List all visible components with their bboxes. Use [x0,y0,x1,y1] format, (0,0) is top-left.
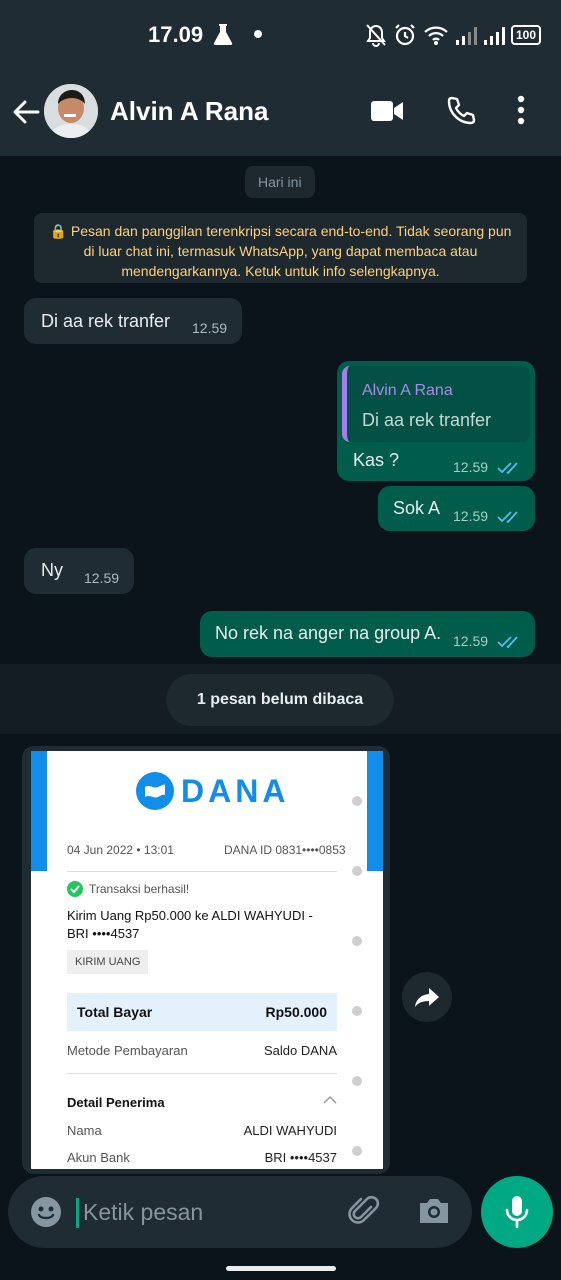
signal-icon-1 [455,27,477,45]
name-value: ALDI WAHYUDI [243,1123,337,1138]
emoji-icon[interactable] [30,1196,62,1228]
contact-name[interactable]: Alvin A Rana [110,96,268,127]
status-text: Transaksi berhasil! [89,882,190,896]
chevron-up-icon [323,1095,337,1104]
message-time: 12.59 [453,633,489,649]
camera-icon[interactable] [416,1194,452,1228]
divider [67,1073,337,1074]
message-incoming[interactable]: Ny 12.59 [24,548,134,594]
status-time: 17.09 [148,22,204,47]
date-divider: Hari ini [245,166,315,198]
status-icons: 100 [365,20,541,50]
read-ticks-icon [497,462,518,475]
message-time: 12.59 [453,459,489,475]
unread-divider: 1 pesan belum dibaca [0,664,561,734]
divider [67,871,337,872]
method-label: Metode Pembayaran [67,1043,188,1058]
message-text: No rek na anger na group A. [215,623,442,643]
check-circle-icon [67,881,83,897]
message-text: Ny [41,560,63,580]
unread-count: 1 pesan belum dibaca [166,674,394,726]
recipient-header-row: Detail Penerima [67,1095,337,1110]
message-incoming[interactable]: Di aa rek tranfer 12.59 [24,298,242,344]
message-time: 12.59 [192,320,228,336]
dana-receipt-image[interactable]: DANA 04 Jun 2022 • 13:01 DANA ID 0831•••… [31,751,383,1169]
forward-icon [415,988,439,1007]
method-value: Saldo DANA [264,1043,337,1058]
message-text: Di aa rek tranfer [41,311,171,331]
battery-icon: 100 [510,25,541,45]
image-message[interactable]: DANA 04 Jun 2022 • 13:01 DANA ID 0831•••… [22,746,390,1174]
receipt-border-right [367,751,383,871]
attachment-icon[interactable] [348,1194,382,1228]
microphone-icon [505,1196,529,1229]
bank-value: BRI ••••4537 [264,1150,337,1165]
phone-icon[interactable] [446,96,476,126]
read-ticks-icon [497,636,518,649]
recipient-header: Detail Penerima [67,1095,165,1110]
message-outgoing[interactable]: No rek na anger na group A. 12.59 [200,611,535,657]
video-call-icon[interactable] [370,98,404,124]
dana-logo: DANA [135,771,289,811]
dana-logo-icon [136,772,174,810]
back-arrow-icon[interactable] [10,96,42,128]
message-input[interactable] [83,1197,343,1227]
message-outgoing[interactable]: Sok A 12.59 [378,486,535,531]
chat-header: Alvin A Rana [0,70,561,156]
message-outgoing[interactable]: Alvin A Rana Di aa rek tranfer Kas ? 12.… [337,361,535,481]
flask-icon [213,24,233,45]
recipient-name-row: Nama ALDI WAHYUDI [67,1123,337,1138]
bank-account-row: Akun Bank BRI ••••4537 [67,1150,337,1165]
status-bar: 17.09 100 [0,0,561,70]
bell-off-icon [366,24,386,47]
signal-icon-2 [483,27,505,45]
composer [0,1176,561,1280]
quoted-message[interactable]: Alvin A Rana Di aa rek tranfer [342,366,530,442]
encryption-notice[interactable]: 🔒 Pesan dan panggilan terenkripsi secara… [34,213,527,283]
message-input-container[interactable] [8,1176,472,1248]
message-time: 12.59 [453,508,489,524]
forward-button[interactable] [402,972,452,1022]
avatar[interactable] [44,84,98,138]
transaction-title: Kirim Uang Rp50.000 ke ALDI WAHYUDI - BR… [67,908,313,941]
total-label: Total Bayar [77,1004,153,1020]
dana-watermark-pattern [352,796,362,1156]
alarm-icon [395,24,415,46]
avatar-image [44,84,98,138]
total-row: Total Bayar Rp50.000 [67,993,337,1031]
home-indicator[interactable] [226,1266,336,1271]
quote-text: Di aa rek tranfer [362,410,492,430]
dana-logo-text: DANA [181,772,290,809]
bank-label: Akun Bank [67,1150,130,1165]
quote-author: Alvin A Rana [362,382,453,399]
dana-watermark [351,761,363,1161]
wifi-icon [424,26,448,45]
chat-area[interactable]: Hari ini 🔒 Pesan dan panggilan terenkrip… [0,156,561,1176]
message-time: 12.59 [84,570,120,586]
text-caret [76,1198,79,1228]
transaction-type-tag: KIRIM UANG [67,950,149,974]
more-options-icon[interactable] [516,94,526,126]
receipt-border-left [31,751,47,871]
payment-method-row: Metode Pembayaran Saldo DANA [67,1043,337,1058]
notification-dot [254,30,262,38]
receipt-dana-id: DANA ID 0831••••0853 [224,843,346,857]
receipt-date: 04 Jun 2022 • 13:01 [67,843,174,857]
message-text: Kas ? [353,450,400,470]
name-label: Nama [67,1123,102,1138]
read-ticks-icon [497,511,518,524]
message-text: Sok A [393,498,441,518]
voice-record-button[interactable] [481,1176,553,1248]
transaction-status: Transaksi berhasil! [67,881,189,897]
total-value: Rp50.000 [265,1004,327,1020]
